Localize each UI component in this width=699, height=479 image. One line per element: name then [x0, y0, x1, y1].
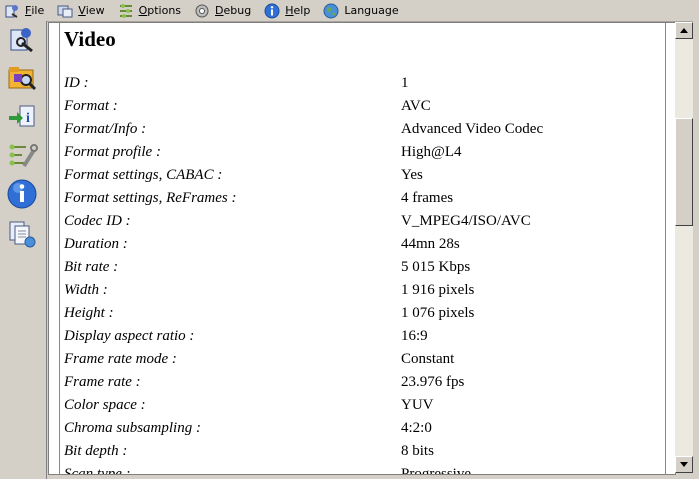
menu-options[interactable]: Options: [114, 1, 185, 21]
options-icon: [119, 3, 132, 18]
field-value: 1 076 pixels: [401, 305, 475, 321]
export-icon: i: [9, 105, 35, 127]
field-label: ID :: [64, 75, 89, 91]
field-label: Bit depth :: [64, 443, 128, 459]
menu-bar: File View Options Debug Help Language: [0, 0, 699, 22]
toolbar: i: [0, 21, 47, 479]
sheet-view-button[interactable]: [5, 217, 39, 251]
arrow-up-icon: [680, 28, 688, 33]
about-button[interactable]: [5, 177, 39, 211]
field-value: V_MPEG4/ISO/AVC: [401, 213, 531, 229]
info-row: Frame rate mode : Constant: [64, 351, 664, 374]
menu-file[interactable]: File: [0, 1, 48, 21]
field-label: Display aspect ratio :: [64, 328, 195, 344]
field-label: Color space :: [64, 397, 146, 413]
info-row: Codec ID : V_MPEG4/ISO/AVC: [64, 213, 664, 236]
info-row: Width : 1 916 pixels: [64, 282, 664, 305]
field-label: Chroma subsampling :: [64, 420, 201, 436]
field-label: Bit rate :: [64, 259, 119, 275]
file-icon: [5, 4, 18, 18]
window-edge: [693, 21, 699, 479]
field-value: 5 015 Kbps: [401, 259, 471, 275]
field-value: Yes: [401, 167, 423, 183]
info-row: ID : 1: [64, 75, 664, 98]
open-folder-button[interactable]: [5, 61, 39, 95]
preferences-icon: [9, 144, 38, 168]
arrow-down-icon: [680, 462, 688, 467]
field-label: Frame rate mode :: [64, 351, 177, 367]
section-title: Video: [64, 27, 116, 51]
info-row: Format settings, ReFrames : 4 frames: [64, 190, 664, 213]
info-row: Format/Info : Advanced Video Codec: [64, 121, 664, 144]
open-file-button[interactable]: [5, 23, 39, 57]
scroll-up-button[interactable]: [675, 22, 693, 39]
menu-language[interactable]: Language: [319, 1, 402, 21]
field-label: Format settings, CABAC :: [64, 167, 223, 183]
open-folder-icon: [8, 67, 37, 91]
field-value: 1: [401, 75, 409, 91]
field-label: Duration :: [64, 236, 128, 252]
info-row: Duration : 44mn 28s: [64, 236, 664, 259]
info-panel[interactable]: Video ID : 1 Format : AVC Format/Info : Advan…: [48, 22, 676, 475]
info-row: Format profile : High@L4: [64, 144, 664, 167]
info-sheet: Video ID : 1 Format : AVC Format/Info : Advan…: [59, 23, 666, 474]
field-value: Progressive: [401, 466, 471, 474]
field-value: YUV: [401, 397, 434, 413]
field-label: Format settings, ReFrames :: [64, 190, 237, 206]
sheet-view-icon: [9, 221, 36, 248]
menu-debug[interactable]: Debug: [190, 1, 255, 21]
field-label: Format :: [64, 98, 118, 114]
info-row: Format : AVC: [64, 98, 664, 121]
open-file-icon: [10, 28, 33, 53]
debug-icon: [195, 4, 209, 17]
field-label: Codec ID :: [64, 213, 131, 229]
field-label: Height :: [64, 305, 114, 321]
field-value: Constant: [401, 351, 455, 367]
field-value: High@L4: [401, 144, 462, 160]
info-row: Chroma subsampling : 4:2:0: [64, 420, 664, 443]
menu-help[interactable]: Help: [260, 1, 314, 21]
field-value: 16:9: [401, 328, 428, 344]
export-button[interactable]: i: [5, 100, 39, 134]
menu-view[interactable]: View: [53, 1, 108, 21]
scroll-thumb[interactable]: [675, 118, 693, 226]
language-icon: [323, 3, 339, 18]
info-row: Color space : YUV: [64, 397, 664, 420]
field-value: 23.976 fps: [401, 374, 465, 390]
info-row: Display aspect ratio : 16:9: [64, 328, 664, 351]
field-value: 1 916 pixels: [401, 282, 475, 298]
preferences-button[interactable]: [5, 138, 39, 172]
info-row: Scan type : Progressive: [64, 466, 664, 474]
info-row: Format settings, CABAC : Yes: [64, 167, 664, 190]
field-value: 8 bits: [401, 443, 434, 459]
field-label: Scan type :: [64, 466, 131, 474]
view-icon: [57, 5, 73, 17]
field-value: 4:2:0: [401, 420, 432, 436]
scroll-down-button[interactable]: [675, 456, 693, 473]
info-row: Bit rate : 5 015 Kbps: [64, 259, 664, 282]
info-row: Height : 1 076 pixels: [64, 305, 664, 328]
field-value: 44mn 28s: [401, 236, 460, 252]
vertical-scrollbar[interactable]: [675, 22, 693, 473]
info-row: Bit depth : 8 bits: [64, 443, 664, 466]
field-label: Frame rate :: [64, 374, 141, 390]
field-value: 4 frames: [401, 190, 454, 206]
field-label: Width :: [64, 282, 108, 298]
svg-text:i: i: [26, 111, 30, 126]
field-value: Advanced Video Codec: [401, 121, 544, 137]
field-label: Format profile :: [64, 144, 161, 160]
field-value: AVC: [401, 98, 431, 114]
field-label: Format/Info :: [64, 121, 147, 137]
help-icon: [264, 3, 280, 18]
info-row: Frame rate : 23.976 fps: [64, 374, 664, 397]
about-icon: [7, 179, 37, 209]
